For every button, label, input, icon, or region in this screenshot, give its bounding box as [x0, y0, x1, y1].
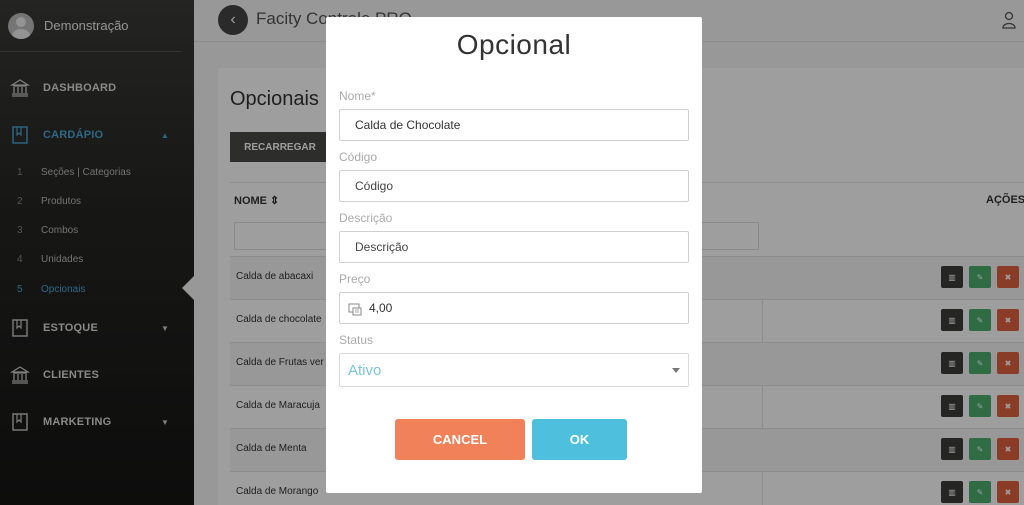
descricao-placeholder: Descrição — [355, 240, 409, 254]
preco-value: 4,00 — [369, 301, 393, 315]
modal-title: Opcional — [456, 29, 572, 60]
nome-label: Nome* — [339, 89, 376, 103]
nome-field[interactable]: Calda de Chocolate — [339, 109, 689, 141]
ok-button[interactable]: OK — [532, 419, 627, 460]
descricao-label: Descrição — [339, 211, 393, 225]
descricao-field[interactable]: Descrição — [339, 231, 689, 263]
opcional-modal: Opcional Nome* Calda de Chocolate Código… — [326, 17, 702, 493]
status-select[interactable]: Ativo — [339, 353, 689, 387]
codigo-field[interactable]: Código — [339, 170, 689, 202]
nome-value: Calda de Chocolate — [355, 118, 461, 132]
cancel-button[interactable]: CANCEL — [395, 419, 525, 460]
codigo-placeholder: Código — [355, 179, 394, 193]
money-icon — [348, 303, 362, 316]
preco-field[interactable]: 4,00 — [339, 292, 689, 324]
status-value: Ativo — [348, 361, 382, 379]
status-label: Status — [339, 333, 374, 347]
preco-label: Preço — [339, 272, 371, 286]
caret-down-icon — [672, 368, 680, 373]
codigo-label: Código — [339, 150, 378, 164]
